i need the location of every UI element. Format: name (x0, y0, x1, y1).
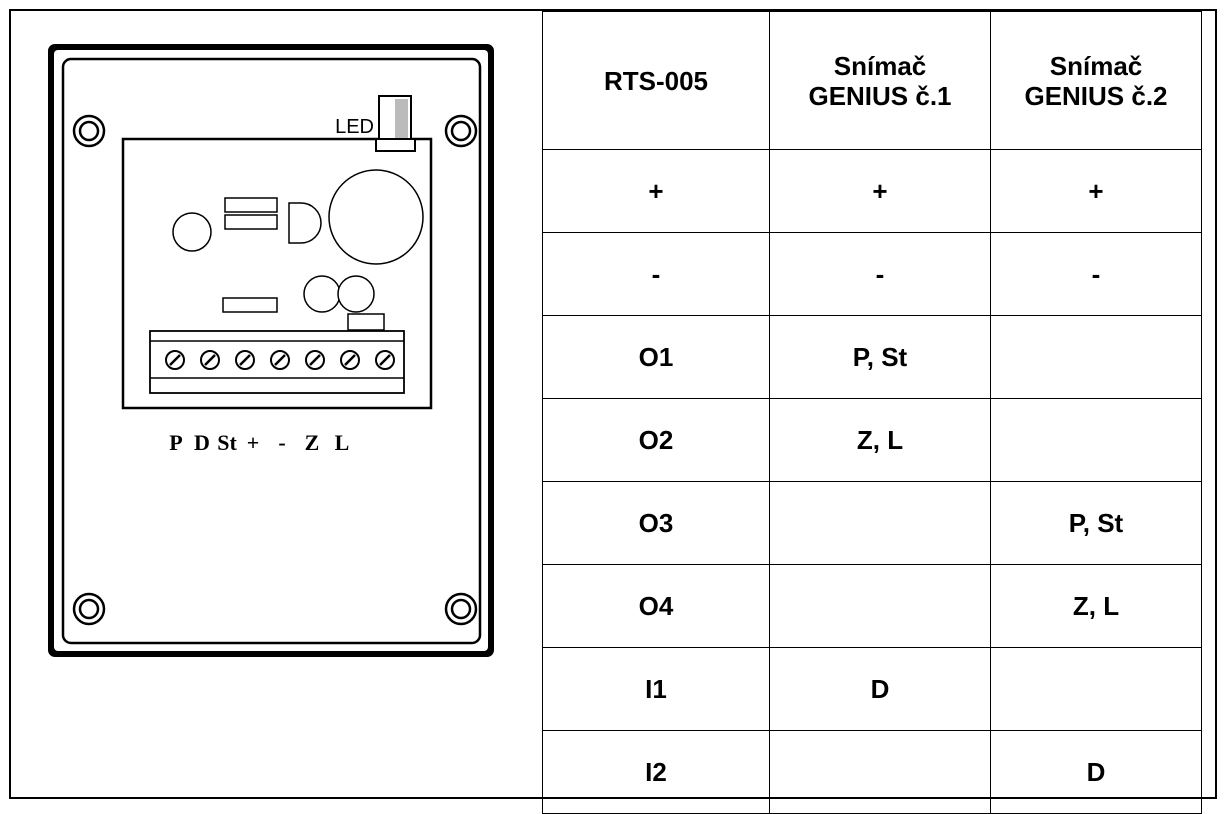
resistor-second-icon (224, 214, 278, 230)
led-icon (375, 95, 416, 152)
table-cell: D (990, 730, 1202, 814)
table-cell: O4 (542, 564, 770, 648)
screw-top-right-icon (444, 114, 478, 148)
component-round-right-icon (337, 275, 375, 313)
table-cell: - (769, 232, 991, 316)
table-cell (990, 647, 1202, 731)
terminal-label: - (278, 430, 285, 455)
terminal-screw-icon (375, 350, 395, 370)
table-cell: Z, L (769, 398, 991, 482)
small-chip-icon (347, 313, 385, 331)
capacitor-large-icon (328, 169, 424, 265)
screw-bottom-left-icon (72, 592, 106, 626)
table-cell: I1 (542, 647, 770, 731)
table-cell (769, 481, 991, 565)
terminal-screw-icon (165, 350, 185, 370)
component-round-left-icon (303, 275, 341, 313)
terminal-screw-icon (270, 350, 290, 370)
table-cell: + (990, 149, 1202, 233)
screw-bottom-right-icon (444, 592, 478, 626)
table-cell: + (769, 149, 991, 233)
terminal-label: + (247, 430, 260, 455)
device-diagram: LED P D St + - Z L (11, 11, 542, 797)
led-label: LED (335, 116, 374, 138)
table-row: I2 D (542, 730, 1202, 814)
terminal-label: Z (305, 430, 320, 455)
table-cell (990, 398, 1202, 482)
wiring-table: RTS-005 Snímač GENIUS č.1 Snímač GENIUS … (542, 11, 1202, 814)
header-sensor-2: Snímač GENIUS č.2 (990, 11, 1202, 150)
terminal-label: St (217, 430, 237, 455)
table-cell (990, 315, 1202, 399)
terminal-screw-icon (200, 350, 220, 370)
terminal-screw-icon (235, 350, 255, 370)
table-cell (769, 730, 991, 814)
terminal-screw-icon (305, 350, 325, 370)
terminal-label: D (194, 430, 210, 455)
header-rts-005: RTS-005 (542, 11, 770, 150)
table-cell: Z, L (990, 564, 1202, 648)
table-cell: O3 (542, 481, 770, 565)
table-row: I1 D (542, 647, 1202, 731)
table-cell: I2 (542, 730, 770, 814)
header-sensor-1: Snímač GENIUS č.1 (769, 11, 991, 150)
table-cell: + (542, 149, 770, 233)
table-row: O4 Z, L (542, 564, 1202, 648)
table-row: + + + (542, 149, 1202, 233)
table-row: O1 P, St (542, 315, 1202, 399)
table-cell: D (769, 647, 991, 731)
table-row: O2 Z, L (542, 398, 1202, 482)
table-cell (769, 564, 991, 648)
table-cell: P, St (990, 481, 1202, 565)
table-cell: O2 (542, 398, 770, 482)
table-cell: P, St (769, 315, 991, 399)
table-cell: - (542, 232, 770, 316)
screw-top-left-icon (72, 114, 106, 148)
terminal-screw-icon (340, 350, 360, 370)
terminal-label: L (335, 430, 350, 455)
table-row: O3 P, St (542, 481, 1202, 565)
resistor-bottom-icon (222, 297, 278, 313)
table-header-row: RTS-005 Snímač GENIUS č.1 Snímač GENIUS … (542, 11, 1202, 150)
table-cell: - (990, 232, 1202, 316)
table-row: --- (542, 232, 1202, 316)
transistor-icon (288, 202, 322, 244)
terminal-label: P (169, 430, 182, 455)
table-cell: O1 (542, 315, 770, 399)
capacitor-small-icon (172, 212, 212, 252)
resistor-top-icon (224, 197, 278, 213)
